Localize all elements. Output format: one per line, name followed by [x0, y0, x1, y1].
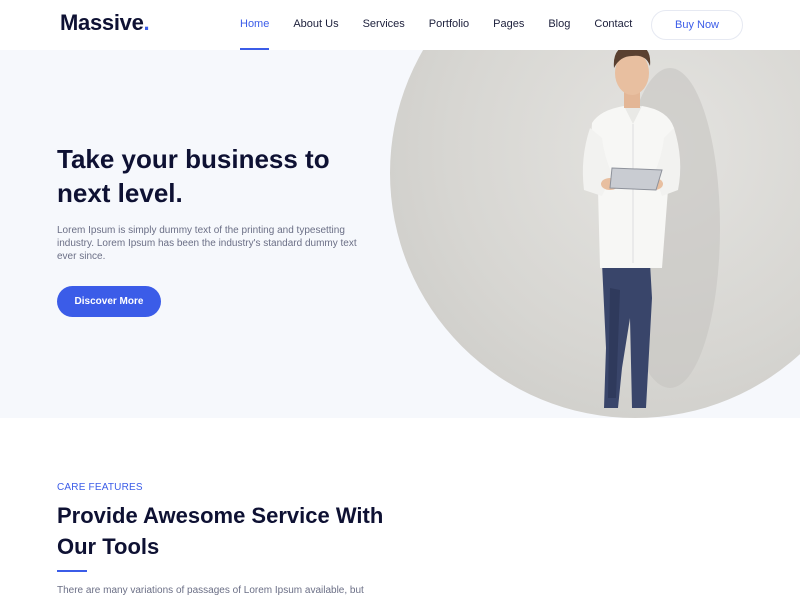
brand-dot: .: [143, 10, 150, 35]
buy-now-button[interactable]: Buy Now: [651, 10, 743, 40]
nav-item-portfolio[interactable]: Portfolio: [429, 0, 469, 50]
hero-title: Take your business to next level.: [57, 144, 330, 208]
features-title: Provide Awesome Service With Our Tools: [57, 503, 384, 559]
site-header: Massive. Home About Us Services Portfoli…: [0, 0, 800, 50]
nav-item-home[interactable]: Home: [240, 0, 270, 50]
features-tag: CARE FEATURES: [57, 482, 143, 493]
discover-more-button[interactable]: Discover More: [57, 286, 161, 317]
nav-item-contact[interactable]: Contact: [594, 0, 632, 50]
nav-item-services[interactable]: Services: [363, 0, 405, 50]
nav-item-about-us[interactable]: About Us: [293, 0, 338, 50]
hero-description: Lorem Ipsum is simply dummy text of the …: [57, 225, 357, 262]
features-description: There are many variations of passages of…: [57, 585, 364, 596]
hero-section: Take your business to next level. Lorem …: [0, 50, 800, 418]
nav-item-pages[interactable]: Pages: [493, 0, 524, 50]
main-nav: Home About Us Services Portfolio Pages B…: [240, 0, 656, 50]
features-underline: [57, 570, 87, 572]
brand-name: Massive: [60, 10, 144, 35]
brand-logo[interactable]: Massive.: [60, 10, 150, 36]
hero-image-circle: [390, 50, 800, 418]
nav-item-blog[interactable]: Blog: [548, 0, 570, 50]
hero-person-image: [582, 50, 720, 408]
